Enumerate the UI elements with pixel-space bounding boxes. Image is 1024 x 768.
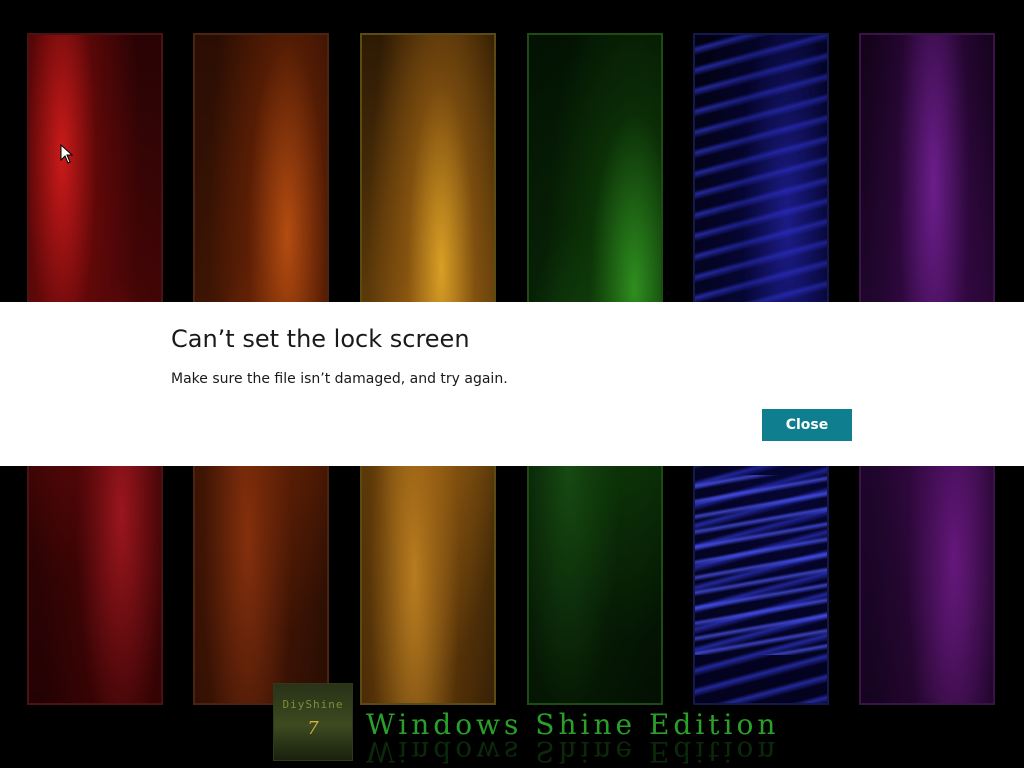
edition-text: Windows Shine Edition xyxy=(366,708,780,741)
lock-screen-background: DiyShine 7 Windows Shine Edition Windows… xyxy=(0,0,1024,768)
blue-light-beams xyxy=(695,475,827,655)
dialog-title: Can’t set the lock screen xyxy=(171,325,470,353)
diyshine-logo: DiyShine 7 xyxy=(273,683,353,761)
close-button[interactable]: Close xyxy=(762,409,852,441)
dialog-message: Make sure the file isn’t damaged, and tr… xyxy=(171,371,508,387)
logo-number: 7 xyxy=(307,718,319,739)
arrow-pointer-icon xyxy=(60,144,74,164)
error-dialog xyxy=(0,302,1024,466)
logo-title: DiyShine xyxy=(282,698,344,711)
edition-text-reflection: Windows Shine Edition xyxy=(366,740,780,768)
